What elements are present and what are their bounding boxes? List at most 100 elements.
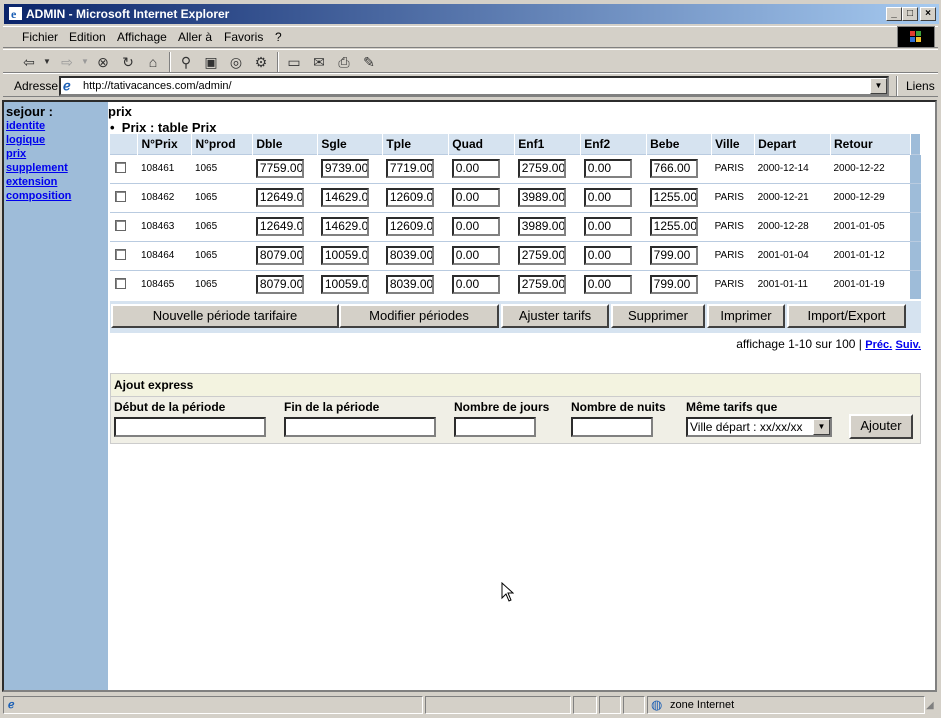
start-input[interactable] bbox=[114, 417, 266, 437]
home-icon[interactable]: ⌂ bbox=[143, 53, 163, 71]
table-scroll-gutter bbox=[910, 211, 921, 241]
quad-input[interactable]: 0.00 bbox=[451, 188, 500, 207]
same-rates-select[interactable]: Ville départ : xx/xx/xx ▼ bbox=[686, 417, 832, 437]
delete-button[interactable]: Supprimer bbox=[611, 304, 705, 328]
menu-favoris[interactable]: Favoris bbox=[224, 30, 263, 44]
tple-input[interactable]: 12609.00 bbox=[385, 217, 434, 236]
add-button[interactable]: Ajouter bbox=[849, 414, 913, 439]
row-select-cell bbox=[110, 269, 138, 299]
forward-icon[interactable]: ⇨ bbox=[57, 53, 77, 71]
enf2-input[interactable]: 0.00 bbox=[583, 159, 632, 178]
row-checkbox[interactable] bbox=[115, 161, 126, 173]
favorites-icon[interactable]: ▣ bbox=[201, 53, 221, 71]
enf2-input[interactable]: 0.00 bbox=[583, 217, 632, 236]
fullscreen-icon[interactable]: ▭ bbox=[284, 53, 304, 71]
resize-grip-icon[interactable]: ◢ bbox=[926, 700, 934, 711]
dble-input[interactable]: 8079.00 bbox=[255, 275, 304, 295]
sidebar-item-identite[interactable]: identite bbox=[6, 120, 45, 132]
tple-input[interactable]: 8039.00 bbox=[385, 246, 434, 265]
links-label[interactable]: Liens bbox=[906, 79, 935, 93]
enf1-input[interactable]: 2759.00 bbox=[517, 246, 566, 265]
next-link[interactable]: Suiv. bbox=[896, 339, 921, 351]
address-input[interactable]: ℯ http://tativacances.com/admin/ ▼ bbox=[59, 76, 889, 96]
sidebar-item-extension[interactable]: extension bbox=[6, 176, 57, 188]
sgle-input[interactable]: 10059.00 bbox=[320, 275, 369, 295]
back-dropdown-icon[interactable]: ▼ bbox=[37, 53, 57, 71]
new-period-button[interactable]: Nouvelle période tarifaire bbox=[111, 304, 339, 328]
history-icon[interactable]: ◎ bbox=[226, 53, 246, 71]
bebe-input[interactable]: 766.00 bbox=[649, 159, 698, 178]
prev-link[interactable]: Préc. bbox=[865, 339, 892, 351]
quad-input[interactable]: 0.00 bbox=[451, 217, 500, 236]
bebe-input[interactable]: 1255.00 bbox=[649, 188, 698, 207]
toolbar: ⇦ ▼ ⇨ ▼ ⊗ ↻ ⌂ ⚲ ▣ ◎ ⚙ ▭ ✉ ⎙ ✎ bbox=[3, 49, 938, 73]
dble-input[interactable]: 8079.00 bbox=[255, 246, 304, 265]
sidebar-item-logique[interactable]: logique bbox=[6, 134, 45, 146]
menu-help[interactable]: ? bbox=[275, 30, 282, 44]
cell-enf2: 0.00 bbox=[580, 240, 647, 270]
forward-dropdown-icon[interactable]: ▼ bbox=[75, 53, 95, 71]
print-button[interactable]: Imprimer bbox=[707, 304, 785, 328]
search-icon[interactable]: ⚲ bbox=[176, 53, 196, 71]
enf1-input[interactable]: 3989.00 bbox=[517, 188, 566, 207]
bebe-input[interactable]: 799.00 bbox=[649, 246, 698, 265]
channels-icon[interactable]: ⚙ bbox=[251, 53, 271, 71]
maximize-button[interactable]: □ bbox=[902, 7, 918, 21]
close-button[interactable]: × bbox=[920, 7, 936, 21]
mail-icon[interactable]: ✉ bbox=[309, 53, 329, 71]
enf2-input[interactable]: 0.00 bbox=[583, 188, 632, 207]
sgle-input[interactable]: 9739.00 bbox=[320, 159, 369, 178]
chevron-down-icon[interactable]: ▼ bbox=[813, 419, 830, 435]
row-checkbox[interactable] bbox=[115, 277, 126, 289]
dble-input[interactable]: 12649.00 bbox=[255, 188, 304, 207]
sgle-input[interactable]: 10059.00 bbox=[320, 246, 369, 265]
dble-input[interactable]: 12649.00 bbox=[255, 217, 304, 236]
dble-input[interactable]: 7759.00 bbox=[255, 159, 304, 178]
sidebar-item-supplement[interactable]: supplement bbox=[6, 162, 68, 174]
end-input[interactable] bbox=[284, 417, 436, 437]
sidebar-item-prix[interactable]: prix bbox=[6, 148, 26, 160]
cell-retour: 2000-12-22 bbox=[830, 153, 911, 183]
row-checkbox[interactable] bbox=[115, 190, 126, 202]
menu-affichage[interactable]: Affichage bbox=[117, 30, 167, 44]
tple-input[interactable]: 8039.00 bbox=[385, 275, 434, 295]
sgle-input[interactable]: 14629.00 bbox=[320, 188, 369, 207]
back-icon[interactable]: ⇦ bbox=[19, 53, 39, 71]
quad-input[interactable]: 0.00 bbox=[451, 159, 500, 178]
windows-logo bbox=[897, 26, 935, 48]
enf2-input[interactable]: 0.00 bbox=[583, 246, 632, 265]
start-label: Début de la période bbox=[114, 400, 226, 414]
stop-icon[interactable]: ⊗ bbox=[93, 53, 113, 71]
bebe-input[interactable]: 799.00 bbox=[649, 275, 698, 295]
row-checkbox[interactable] bbox=[115, 248, 126, 260]
svg-text:e: e bbox=[11, 7, 17, 21]
quad-input[interactable]: 0.00 bbox=[451, 246, 500, 265]
print-icon[interactable]: ⎙ bbox=[334, 53, 354, 71]
menu-fichier[interactable]: Fichier bbox=[22, 30, 58, 44]
modify-periods-button[interactable]: Modifier périodes bbox=[339, 304, 499, 328]
row-checkbox[interactable] bbox=[115, 219, 126, 231]
enf1-input[interactable]: 3989.00 bbox=[517, 217, 566, 236]
sidebar-item-composition[interactable]: composition bbox=[6, 190, 71, 202]
adjust-rates-button[interactable]: Ajuster tarifs bbox=[501, 304, 609, 328]
status-bar: ℯ ◍ zone Internet ◢ bbox=[0, 694, 941, 718]
enf1-input[interactable]: 2759.00 bbox=[517, 275, 566, 295]
import-export-button[interactable]: Import/Export bbox=[787, 304, 906, 328]
minimize-button[interactable]: _ bbox=[886, 7, 902, 21]
tple-input[interactable]: 12609.00 bbox=[385, 188, 434, 207]
days-input[interactable] bbox=[454, 417, 536, 437]
edit-icon[interactable]: ✎ bbox=[359, 53, 379, 71]
menu-edition[interactable]: Edition bbox=[69, 30, 106, 44]
menu-aller[interactable]: Aller à bbox=[178, 30, 212, 44]
pagination-text: affichage 1-10 sur 100 | bbox=[736, 337, 862, 351]
enf2-input[interactable]: 0.00 bbox=[583, 275, 632, 295]
address-dropdown-icon[interactable]: ▼ bbox=[870, 78, 887, 94]
refresh-icon[interactable]: ↻ bbox=[118, 53, 138, 71]
quad-input[interactable]: 0.00 bbox=[451, 275, 500, 295]
cell-ville: PARIS bbox=[711, 153, 755, 183]
enf1-input[interactable]: 2759.00 bbox=[517, 159, 566, 178]
tple-input[interactable]: 7719.00 bbox=[385, 159, 434, 178]
bebe-input[interactable]: 1255.00 bbox=[649, 217, 698, 236]
sgle-input[interactable]: 14629.00 bbox=[320, 217, 369, 236]
nights-input[interactable] bbox=[571, 417, 653, 437]
